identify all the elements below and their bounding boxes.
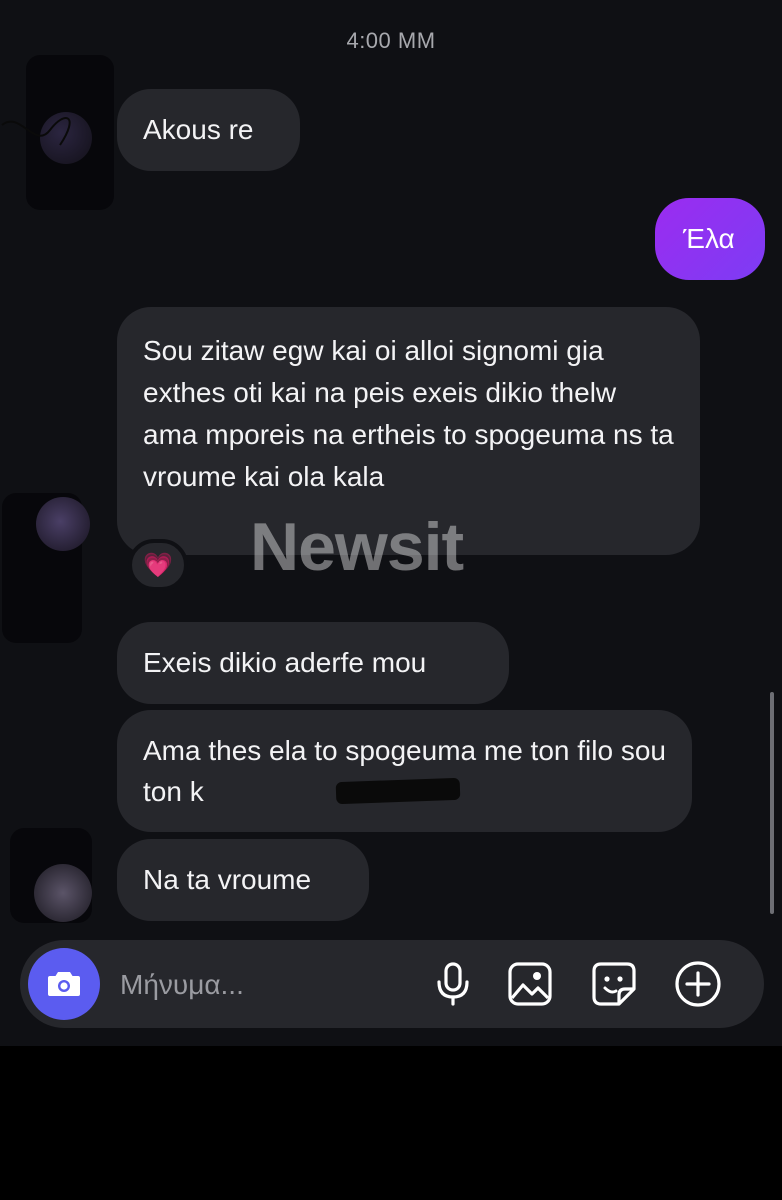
message-bubble-incoming[interactable]: Ama thes ela to spogeuma me ton filo sou… (117, 710, 692, 832)
gallery-button[interactable] (506, 960, 554, 1008)
redaction-scribble (335, 777, 461, 805)
gallery-icon (508, 962, 552, 1006)
sender-avatar[interactable] (34, 864, 92, 922)
message-text: Na ta vroume (143, 864, 312, 895)
more-options-button[interactable] (674, 960, 722, 1008)
message-timestamp: 4:00 MM (346, 28, 436, 53)
message-input[interactable] (118, 962, 422, 1008)
sticker-button[interactable] (590, 960, 638, 1008)
sticker-icon (592, 962, 636, 1006)
heart-reaction-icon[interactable]: 💗 (128, 539, 188, 591)
message-text: Exeis dikio aderfe mou (143, 647, 427, 678)
microphone-icon (437, 962, 469, 1006)
message-bubble-incoming[interactable]: Exeis dikio aderfe mou (117, 622, 509, 704)
message-composer (20, 940, 764, 1028)
plus-circle-icon (675, 961, 721, 1007)
camera-icon (48, 972, 80, 996)
message-text: Akous re (143, 114, 254, 145)
message-bubble-outgoing[interactable]: Έλα (655, 198, 765, 280)
sender-avatar[interactable] (36, 497, 90, 551)
microphone-button[interactable] (429, 960, 477, 1008)
message-text: Έλα (683, 223, 735, 254)
scrollbar[interactable] (770, 692, 774, 914)
message-bubble-incoming[interactable]: Akous re (117, 89, 300, 171)
message-text: Sou zitaw egw kai oi alloi signomi gia e… (143, 335, 674, 492)
scribble-icon (1, 117, 71, 146)
camera-button[interactable] (28, 948, 100, 1020)
message-bubble-incoming[interactable]: Na ta vroume (117, 839, 369, 921)
message-bubble-incoming[interactable]: Sou zitaw egw kai oi alloi signomi gia e… (117, 307, 700, 555)
chat-thread: 4:00 MM Akous re Έλα Sou zitaw egw kai o… (0, 0, 782, 1046)
bottom-blank-area (0, 1046, 782, 1200)
